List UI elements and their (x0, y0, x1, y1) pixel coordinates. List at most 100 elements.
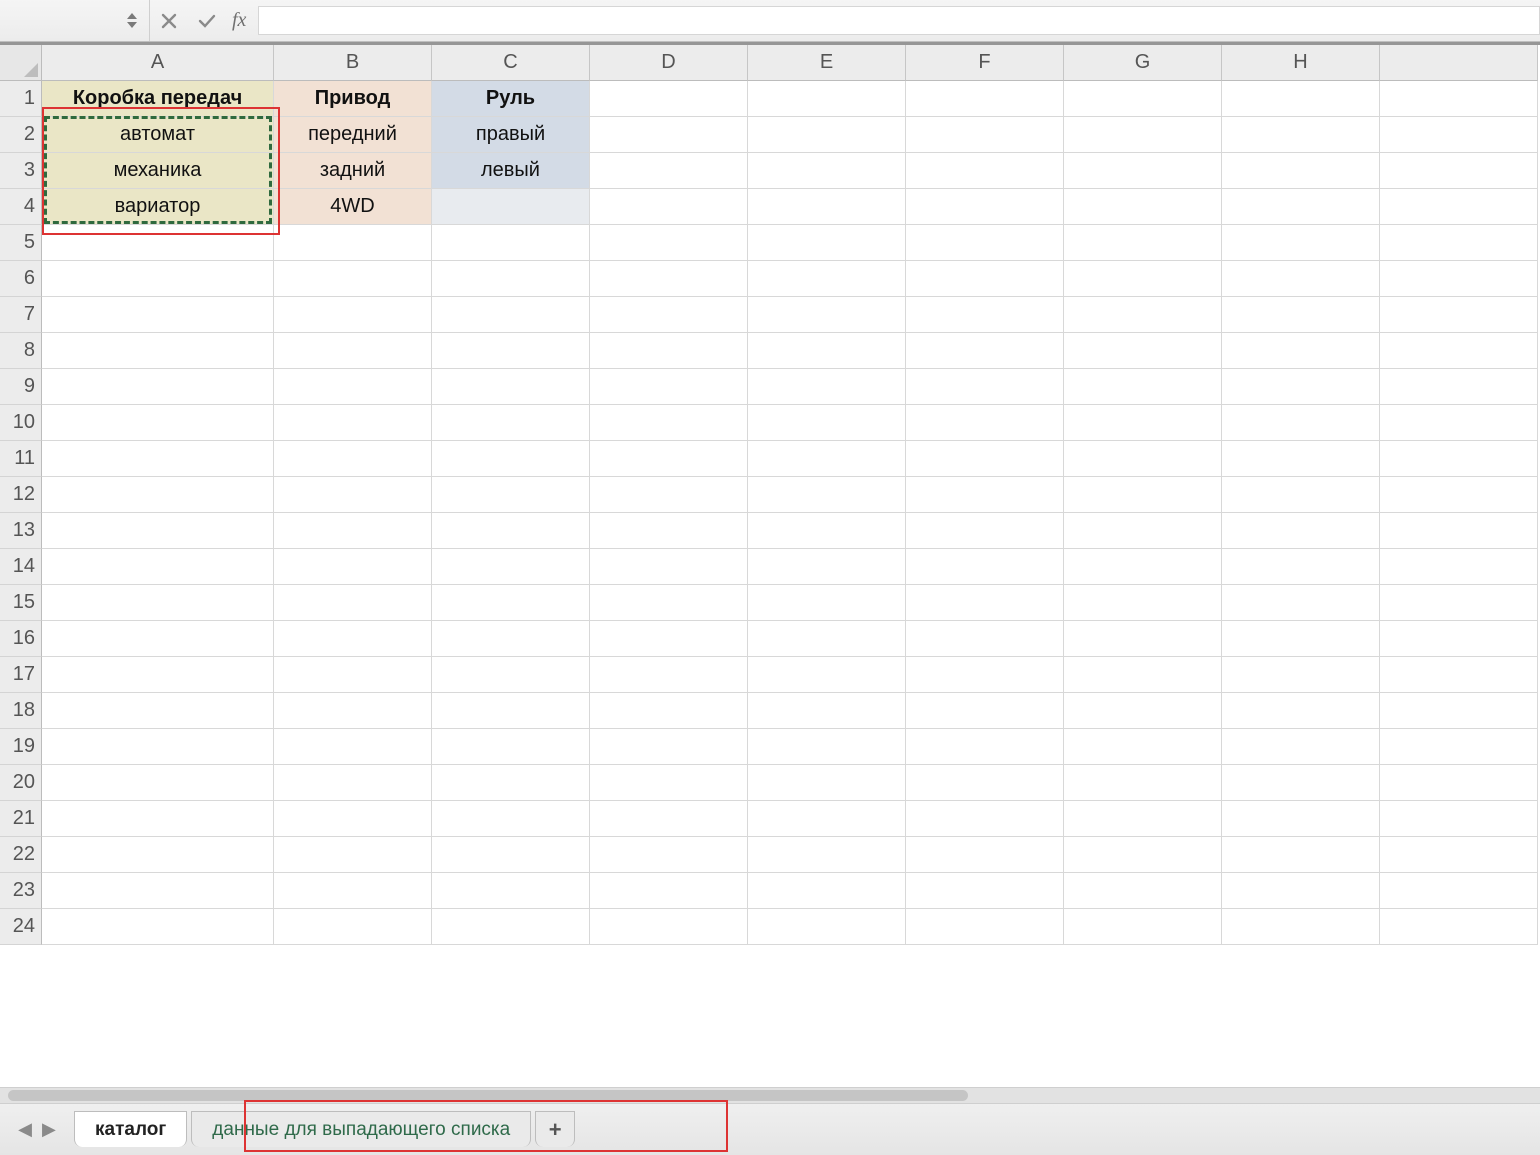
name-box-spinner[interactable] (121, 12, 143, 29)
add-sheet-button[interactable]: + (535, 1111, 575, 1147)
cell-H4[interactable] (1222, 189, 1380, 225)
column-header-G[interactable]: G (1064, 45, 1222, 81)
cell-E19[interactable] (748, 729, 906, 765)
cell-D19[interactable] (590, 729, 748, 765)
row-header-7[interactable]: 7 (0, 297, 42, 333)
cell-A10[interactable] (42, 405, 274, 441)
cell-4[interactable] (1380, 189, 1538, 225)
cell-E12[interactable] (748, 477, 906, 513)
cell-16[interactable] (1380, 621, 1538, 657)
cell-A17[interactable] (42, 657, 274, 693)
cell-14[interactable] (1380, 549, 1538, 585)
cell-A20[interactable] (42, 765, 274, 801)
name-box[interactable] (0, 0, 150, 41)
cell-E9[interactable] (748, 369, 906, 405)
cell-F5[interactable] (906, 225, 1064, 261)
cell-10[interactable] (1380, 405, 1538, 441)
cancel-button[interactable] (150, 0, 188, 41)
cell-B19[interactable] (274, 729, 432, 765)
cell-A5[interactable] (42, 225, 274, 261)
cell-G4[interactable] (1064, 189, 1222, 225)
row-header-4[interactable]: 4 (0, 189, 42, 225)
cell-C11[interactable] (432, 441, 590, 477)
column-header-E[interactable]: E (748, 45, 906, 81)
cell-8[interactable] (1380, 333, 1538, 369)
cell-F3[interactable] (906, 153, 1064, 189)
sheet-tab-dropdown-data[interactable]: данные для выпадающего списка (191, 1111, 531, 1147)
cell-A6[interactable] (42, 261, 274, 297)
cell-B5[interactable] (274, 225, 432, 261)
cell-H13[interactable] (1222, 513, 1380, 549)
cell-A1[interactable]: Коробка передач (42, 81, 274, 117)
row-header-19[interactable]: 19 (0, 729, 42, 765)
cell-G11[interactable] (1064, 441, 1222, 477)
cell-15[interactable] (1380, 585, 1538, 621)
cell-H7[interactable] (1222, 297, 1380, 333)
cell-G17[interactable] (1064, 657, 1222, 693)
cell-A23[interactable] (42, 873, 274, 909)
cell-B13[interactable] (274, 513, 432, 549)
cell-E1[interactable] (748, 81, 906, 117)
cell-G16[interactable] (1064, 621, 1222, 657)
cell-21[interactable] (1380, 801, 1538, 837)
cell-E6[interactable] (748, 261, 906, 297)
cell-B6[interactable] (274, 261, 432, 297)
cell-A15[interactable] (42, 585, 274, 621)
cell-G14[interactable] (1064, 549, 1222, 585)
cell-D11[interactable] (590, 441, 748, 477)
cell-A11[interactable] (42, 441, 274, 477)
cell-C13[interactable] (432, 513, 590, 549)
cell-F10[interactable] (906, 405, 1064, 441)
chevron-up-icon[interactable] (126, 12, 138, 20)
cell-G1[interactable] (1064, 81, 1222, 117)
cell-1[interactable] (1380, 81, 1538, 117)
cell-H8[interactable] (1222, 333, 1380, 369)
cell-E16[interactable] (748, 621, 906, 657)
cell-C15[interactable] (432, 585, 590, 621)
cell-C23[interactable] (432, 873, 590, 909)
cell-17[interactable] (1380, 657, 1538, 693)
cell-F20[interactable] (906, 765, 1064, 801)
cell-G2[interactable] (1064, 117, 1222, 153)
cell-E11[interactable] (748, 441, 906, 477)
cell-A13[interactable] (42, 513, 274, 549)
row-header-14[interactable]: 14 (0, 549, 42, 585)
row-header-5[interactable]: 5 (0, 225, 42, 261)
cell-3[interactable] (1380, 153, 1538, 189)
cell-H10[interactable] (1222, 405, 1380, 441)
cell-G9[interactable] (1064, 369, 1222, 405)
cell-C20[interactable] (432, 765, 590, 801)
cell-F4[interactable] (906, 189, 1064, 225)
cell-B9[interactable] (274, 369, 432, 405)
cell-H16[interactable] (1222, 621, 1380, 657)
cell-G8[interactable] (1064, 333, 1222, 369)
cell-G13[interactable] (1064, 513, 1222, 549)
cell-B21[interactable] (274, 801, 432, 837)
row-header-12[interactable]: 12 (0, 477, 42, 513)
cell-G23[interactable] (1064, 873, 1222, 909)
cell-12[interactable] (1380, 477, 1538, 513)
row-header-8[interactable]: 8 (0, 333, 42, 369)
cell-H11[interactable] (1222, 441, 1380, 477)
column-header-C[interactable]: C (432, 45, 590, 81)
row-header-20[interactable]: 20 (0, 765, 42, 801)
cell-E13[interactable] (748, 513, 906, 549)
cell-H18[interactable] (1222, 693, 1380, 729)
horizontal-scrollbar[interactable] (0, 1087, 1540, 1103)
cell-F8[interactable] (906, 333, 1064, 369)
cell-E10[interactable] (748, 405, 906, 441)
row-header-16[interactable]: 16 (0, 621, 42, 657)
cell-A9[interactable] (42, 369, 274, 405)
chevron-down-icon[interactable] (126, 21, 138, 29)
column-header-F[interactable]: F (906, 45, 1064, 81)
cell-F22[interactable] (906, 837, 1064, 873)
cell-F11[interactable] (906, 441, 1064, 477)
cell-H5[interactable] (1222, 225, 1380, 261)
cell-B2[interactable]: передний (274, 117, 432, 153)
cell-C5[interactable] (432, 225, 590, 261)
cell-B23[interactable] (274, 873, 432, 909)
cell-B11[interactable] (274, 441, 432, 477)
cell-C19[interactable] (432, 729, 590, 765)
cell-7[interactable] (1380, 297, 1538, 333)
cell-H22[interactable] (1222, 837, 1380, 873)
